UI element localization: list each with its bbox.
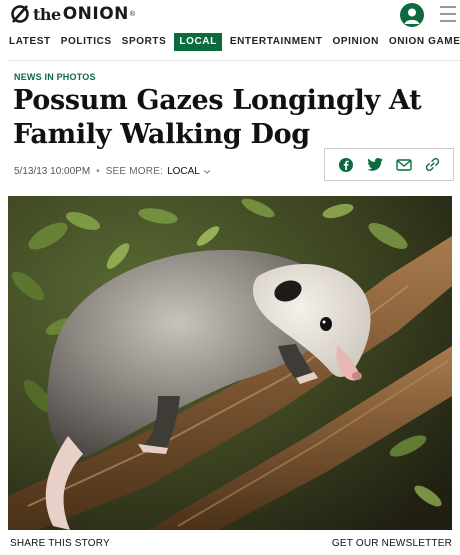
nav-item-onion-gamers[interactable]: ONION GAMERS <box>384 33 460 51</box>
main-nav: LATEST POLITICS SPORTS LOCAL ENTERTAINME… <box>0 33 460 51</box>
hamburger-menu-icon[interactable] <box>440 6 456 24</box>
possum-photo <box>8 196 452 530</box>
onion-logo-icon <box>11 5 29 23</box>
newsletter-link[interactable]: GET OUR NEWSLETTER <box>332 538 452 549</box>
link-icon[interactable] <box>422 154 444 176</box>
logo-text-the: the <box>33 4 61 24</box>
twitter-icon[interactable] <box>364 154 386 176</box>
see-more-label: SEE MORE: <box>105 166 164 177</box>
facebook-icon[interactable] <box>335 154 357 176</box>
section-link-label: LOCAL <box>167 166 200 177</box>
account-icon[interactable] <box>400 3 424 27</box>
nav-item-opinion[interactable]: OPINION <box>327 33 383 51</box>
section-link[interactable]: LOCAL <box>167 166 211 177</box>
share-toolbar <box>324 148 454 181</box>
nav-item-entertainment[interactable]: ENTERTAINMENT <box>225 33 328 51</box>
share-this-story-link[interactable]: SHARE THIS STORY <box>10 538 110 549</box>
article-timestamp: 5/13/13 10:00PM <box>14 166 91 177</box>
site-logo[interactable]: the ONION ® <box>10 3 135 25</box>
nav-item-local[interactable]: LOCAL <box>174 33 222 51</box>
header-divider <box>8 60 460 61</box>
site-header: the ONION ® <box>0 0 460 30</box>
article-headline: Possum Gazes Longingly At Family Walking… <box>13 85 422 150</box>
nav-item-politics[interactable]: POLITICS <box>56 33 117 51</box>
article-meta: 5/13/13 10:00PM • SEE MORE: LOCAL <box>14 166 211 177</box>
nav-item-sports[interactable]: SPORTS <box>117 33 172 51</box>
chevron-down-icon <box>203 169 210 174</box>
article-hero-image <box>8 196 452 530</box>
email-icon[interactable] <box>393 154 415 176</box>
meta-separator: • <box>96 166 100 177</box>
logo-text-onion: ONION <box>62 4 129 24</box>
nav-item-latest[interactable]: LATEST <box>0 33 56 51</box>
article-kicker[interactable]: NEWS IN PHOTOS <box>14 72 96 82</box>
logo-registered-mark: ® <box>129 10 136 18</box>
